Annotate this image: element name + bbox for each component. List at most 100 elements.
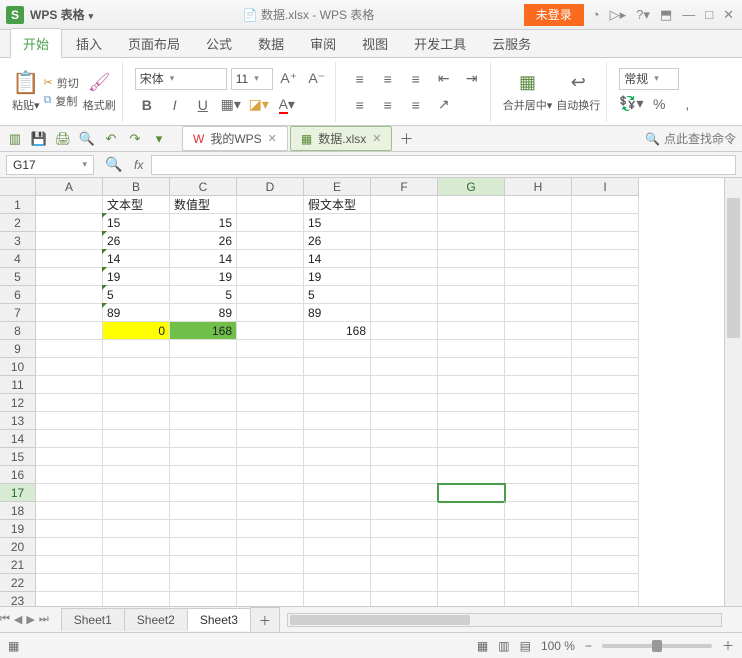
row-header-4[interactable]: 4: [0, 250, 36, 268]
cell-D20[interactable]: [237, 538, 304, 556]
cell-E2[interactable]: 15: [304, 214, 371, 232]
font-color-button[interactable]: A▾: [275, 93, 299, 117]
cloud-icon[interactable]: ▷▸: [610, 7, 627, 23]
cell-C17[interactable]: [170, 484, 237, 502]
menu-插入[interactable]: 插入: [64, 29, 114, 57]
cell-C5[interactable]: 19: [170, 268, 237, 286]
cell-A23[interactable]: [36, 592, 103, 606]
cell-G15[interactable]: [438, 448, 505, 466]
cell-G20[interactable]: [438, 538, 505, 556]
cell-B17[interactable]: [103, 484, 170, 502]
cell-B21[interactable]: [103, 556, 170, 574]
row-header-23[interactable]: 23: [0, 592, 36, 606]
cell-F12[interactable]: [371, 394, 438, 412]
cell-C9[interactable]: [170, 340, 237, 358]
cell-D2[interactable]: [237, 214, 304, 232]
cell-B11[interactable]: [103, 376, 170, 394]
cell-D6[interactable]: [237, 286, 304, 304]
cell-A8[interactable]: [36, 322, 103, 340]
row-header-3[interactable]: 3: [0, 232, 36, 250]
cell-H13[interactable]: [505, 412, 572, 430]
row-header-2[interactable]: 2: [0, 214, 36, 232]
row-header-21[interactable]: 21: [0, 556, 36, 574]
cell-A22[interactable]: [36, 574, 103, 592]
cell-F21[interactable]: [371, 556, 438, 574]
view-normal-icon[interactable]: ▦: [477, 639, 488, 653]
cell-G6[interactable]: [438, 286, 505, 304]
cell-F13[interactable]: [371, 412, 438, 430]
cell-B18[interactable]: [103, 502, 170, 520]
cell-A13[interactable]: [36, 412, 103, 430]
add-tab-button[interactable]: ＋: [394, 127, 418, 151]
cell-A17[interactable]: [36, 484, 103, 502]
cell-G16[interactable]: [438, 466, 505, 484]
cell-E21[interactable]: [304, 556, 371, 574]
cell-D15[interactable]: [237, 448, 304, 466]
undo-icon[interactable]: ↶: [102, 131, 120, 147]
cell-F20[interactable]: [371, 538, 438, 556]
cell-A3[interactable]: [36, 232, 103, 250]
cell-B20[interactable]: [103, 538, 170, 556]
paste-label[interactable]: 粘贴▾: [12, 97, 40, 113]
menu-数据[interactable]: 数据: [246, 29, 296, 57]
grow-font-icon[interactable]: A⁺: [277, 67, 301, 91]
cell-G13[interactable]: [438, 412, 505, 430]
cell-D19[interactable]: [237, 520, 304, 538]
cell-E18[interactable]: [304, 502, 371, 520]
cell-B14[interactable]: [103, 430, 170, 448]
cell-B2[interactable]: 15: [103, 214, 170, 232]
cell-G22[interactable]: [438, 574, 505, 592]
sheet-nav-first-icon[interactable]: ⏮: [0, 613, 10, 626]
cell-I1[interactable]: [572, 196, 639, 214]
cell-B3[interactable]: 26: [103, 232, 170, 250]
row-header-8[interactable]: 8: [0, 322, 36, 340]
cell-C3[interactable]: 26: [170, 232, 237, 250]
row-header-20[interactable]: 20: [0, 538, 36, 556]
row-header-9[interactable]: 9: [0, 340, 36, 358]
merge-icon[interactable]: ▦: [516, 71, 540, 95]
cell-C15[interactable]: [170, 448, 237, 466]
cell-F3[interactable]: [371, 232, 438, 250]
cell-B10[interactable]: [103, 358, 170, 376]
menu-视图[interactable]: 视图: [350, 29, 400, 57]
cell-A4[interactable]: [36, 250, 103, 268]
cell-C11[interactable]: [170, 376, 237, 394]
cell-H20[interactable]: [505, 538, 572, 556]
menu-页面布局[interactable]: 页面布局: [116, 29, 192, 57]
cell-C8[interactable]: 168: [170, 322, 237, 340]
align-top-icon[interactable]: ≡: [348, 67, 372, 91]
orientation-icon[interactable]: ↗: [432, 93, 456, 117]
sheet-tab-Sheet2[interactable]: Sheet2: [124, 608, 188, 631]
fx-search-icon[interactable]: 🔍: [102, 153, 126, 177]
cell-C21[interactable]: [170, 556, 237, 574]
cell-G14[interactable]: [438, 430, 505, 448]
cell-E9[interactable]: [304, 340, 371, 358]
cell-H19[interactable]: [505, 520, 572, 538]
maximize-button[interactable]: □: [705, 7, 713, 22]
view-break-icon[interactable]: ▤: [520, 639, 531, 653]
minimize-button[interactable]: —: [682, 7, 695, 22]
cell-E7[interactable]: 89: [304, 304, 371, 322]
cell-E10[interactable]: [304, 358, 371, 376]
cell-I9[interactable]: [572, 340, 639, 358]
sheet-tab-Sheet1[interactable]: Sheet1: [61, 608, 125, 631]
login-button[interactable]: 未登录: [524, 4, 584, 26]
menu-开始[interactable]: 开始: [10, 28, 62, 58]
print-icon[interactable]: 🖨: [54, 131, 72, 147]
col-header-F[interactable]: F: [371, 178, 438, 196]
cell-E13[interactable]: [304, 412, 371, 430]
col-header-A[interactable]: A: [36, 178, 103, 196]
cell-H9[interactable]: [505, 340, 572, 358]
sheet-tab-Sheet3[interactable]: Sheet3: [187, 608, 251, 631]
cell-E6[interactable]: 5: [304, 286, 371, 304]
cell-G9[interactable]: [438, 340, 505, 358]
align-mid-icon[interactable]: ≡: [376, 67, 400, 91]
currency-icon[interactable]: 💱▾: [619, 92, 643, 116]
cell-E12[interactable]: [304, 394, 371, 412]
cell-H16[interactable]: [505, 466, 572, 484]
cell-C19[interactable]: [170, 520, 237, 538]
cell-F16[interactable]: [371, 466, 438, 484]
sheet-nav-next-icon[interactable]: ▶: [26, 613, 34, 626]
zoom-slider[interactable]: [602, 644, 712, 648]
col-header-B[interactable]: B: [103, 178, 170, 196]
